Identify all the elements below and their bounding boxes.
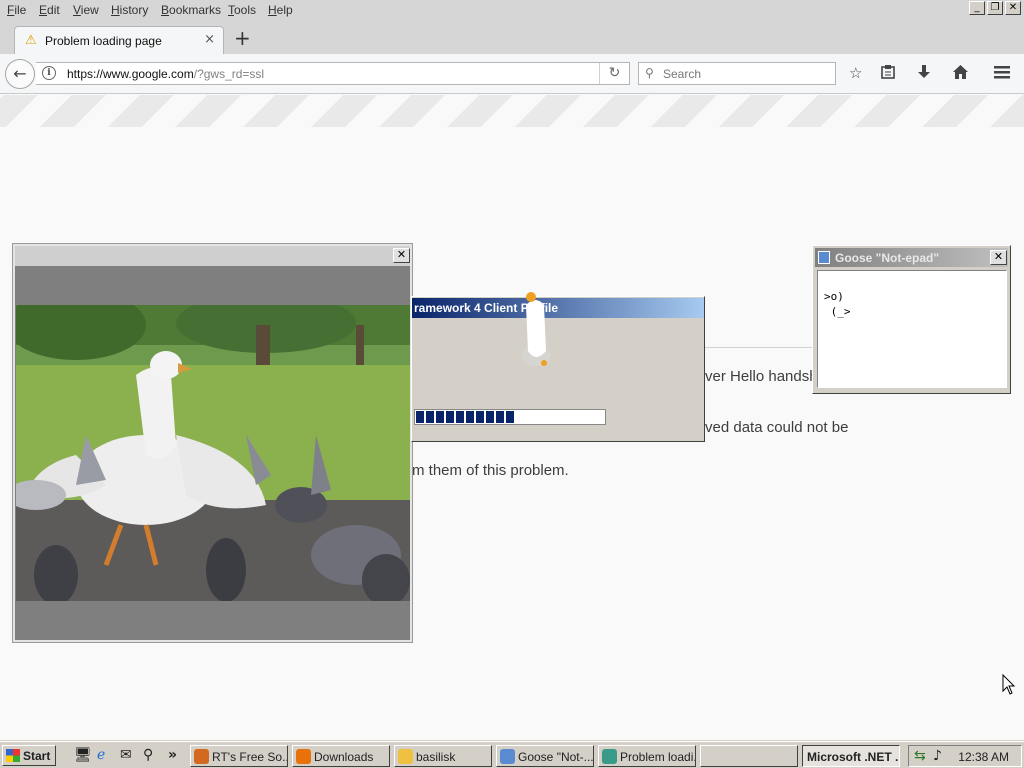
clock: 12:38 AM	[958, 750, 1009, 764]
task-button-rts-free[interactable]: RT's Free So...	[190, 745, 288, 767]
window-close-button[interactable]: ✕	[1005, 1, 1021, 15]
mouse-cursor-icon	[1002, 674, 1016, 695]
task-button-problem-loading[interactable]: Problem loadi...	[598, 745, 696, 767]
tab-title: Problem loading page	[45, 34, 162, 48]
installer-progress-fill	[416, 411, 514, 423]
reload-icon[interactable]: ↻	[599, 63, 629, 84]
site-info-icon[interactable]: i	[42, 66, 56, 80]
menu-file[interactable]: File	[7, 3, 26, 17]
network-tray-icon[interactable]: ⇆	[914, 748, 926, 764]
firefox-downloads-icon	[296, 749, 311, 764]
notepad-titlebar[interactable]: Goose "Not-epad"	[815, 248, 1008, 267]
desktop-goose-sprite	[522, 292, 550, 366]
task-button-goose-notepad[interactable]: Goose "Not-...	[496, 745, 594, 767]
url-host: https://www.google.com	[67, 67, 194, 81]
menu-bar: File Edit View History Bookmarks Tools H…	[0, 0, 1024, 22]
volume-tray-icon[interactable]: ♪	[933, 748, 942, 764]
menu-help[interactable]: Help	[268, 3, 293, 17]
menu-icon[interactable]	[993, 64, 1011, 84]
menu-edit[interactable]: Edit	[39, 3, 60, 17]
error-text-line: m them of this problem.	[412, 462, 569, 479]
task-button-dotnet[interactable]: Microsoft .NET ...	[802, 745, 900, 767]
task-label: basilisk	[416, 750, 456, 764]
task-label: Downloads	[314, 750, 374, 764]
notepad-icon	[818, 251, 830, 264]
start-label: Start	[23, 749, 51, 763]
outlook-express-icon[interactable]: ✉	[120, 747, 132, 763]
windows-logo-icon	[6, 749, 20, 762]
folder-icon	[398, 749, 413, 764]
back-button[interactable]: ←	[5, 59, 35, 89]
task-label: Problem loadi...	[620, 750, 696, 764]
tab-strip: ⚠ Problem loading page × +	[0, 22, 1024, 54]
task-button-basilisk[interactable]: basilisk	[394, 745, 492, 767]
taskbar: Start 🖥 ℯ ✉ ⚲ » RT's Free So... Download…	[0, 741, 1024, 768]
menu-bookmarks[interactable]: Bookmarks	[161, 3, 221, 17]
restore-button[interactable]: ❐	[987, 1, 1003, 15]
show-desktop-icon[interactable]: 🖥	[74, 747, 92, 763]
error-page-stripes	[0, 95, 1024, 127]
net-framework-installer-window[interactable]: ramework 4 Client Profile	[411, 292, 705, 442]
goose-and-pigeons-image	[16, 305, 410, 601]
url-bar[interactable]: i https://www.google.com/?gws_rd=ssl ↻	[36, 62, 630, 85]
goose-task-icon	[602, 749, 617, 764]
search-quicklaunch-icon[interactable]: ⚲	[143, 747, 153, 763]
menu-tools[interactable]: Tools	[228, 3, 256, 17]
firefox-icon	[194, 749, 209, 764]
url-path: /?gws_rd=ssl	[193, 67, 265, 81]
task-label: Microsoft .NET ...	[807, 750, 900, 764]
search-icon: ⚲	[645, 66, 654, 80]
goose-notepad-window[interactable]: Goose "Not-epad" ✕ >o) (_>	[812, 245, 1011, 394]
error-text-line: ver Hello handsh	[705, 368, 818, 385]
back-arrow-icon: ←	[13, 64, 27, 83]
bookmark-star-icon[interactable]: ☆	[849, 64, 862, 82]
start-button[interactable]: Start	[2, 745, 56, 766]
installer-titlebar[interactable]: ramework 4 Client Profile	[412, 298, 704, 318]
menu-view[interactable]: View	[73, 3, 99, 17]
navigation-toolbar: i https://www.google.com/?gws_rd=ssl ↻ ←…	[0, 54, 1024, 94]
warning-icon: ⚠	[25, 33, 37, 48]
quicklaunch-more-icon[interactable]: »	[168, 747, 177, 763]
home-icon[interactable]	[952, 64, 969, 84]
notepad-text-area[interactable]: >o) (_>	[817, 270, 1007, 388]
error-text-line: ved data could not be	[705, 419, 849, 436]
tab-close-icon[interactable]: ×	[204, 32, 215, 47]
new-tab-button[interactable]: +	[234, 26, 251, 50]
installer-progress-bar	[414, 409, 606, 425]
task-label: Goose "Not-...	[518, 750, 594, 764]
task-button-downloads[interactable]: Downloads	[292, 745, 390, 767]
menu-history[interactable]: History	[111, 3, 148, 17]
search-input[interactable]: ⚲ Search	[638, 62, 836, 85]
reading-list-icon[interactable]	[880, 64, 896, 84]
task-button-blank[interactable]	[700, 745, 798, 767]
url-text[interactable]: https://www.google.com/?gws_rd=ssl	[67, 67, 264, 81]
goose-video-frame	[16, 305, 410, 601]
goose-video-window[interactable]: ✕	[12, 243, 413, 643]
notepad-close-button[interactable]: ✕	[990, 250, 1007, 265]
internet-explorer-icon[interactable]: ℯ	[97, 747, 105, 763]
notepad-task-icon	[500, 749, 515, 764]
task-label: RT's Free So...	[212, 750, 288, 764]
video-close-button[interactable]: ✕	[393, 248, 410, 263]
video-window-titlebar[interactable]	[15, 246, 410, 266]
search-placeholder: Search	[663, 67, 702, 81]
system-tray: ⇆ ♪ 12:38 AM	[908, 745, 1022, 767]
minimize-button[interactable]: _	[969, 1, 985, 15]
downloads-icon[interactable]	[916, 64, 932, 84]
tab-problem-loading[interactable]: ⚠ Problem loading page ×	[14, 26, 224, 54]
notepad-title: Goose "Not-epad"	[835, 251, 940, 265]
